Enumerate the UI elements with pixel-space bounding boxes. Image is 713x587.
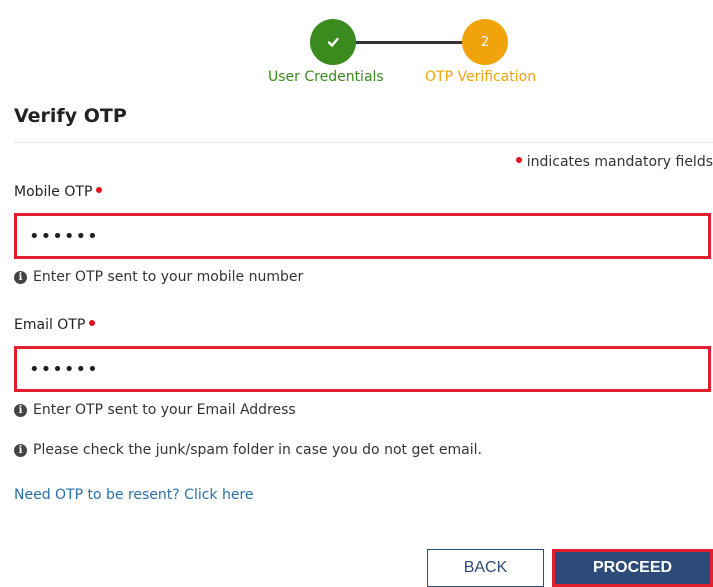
mobile-otp-label: Mobile OTP — [14, 184, 103, 200]
junk-folder-note: i Please check the junk/spam folder in ca… — [14, 442, 482, 458]
info-icon: i — [14, 403, 27, 417]
info-icon: i — [14, 270, 27, 284]
required-dot-icon — [96, 187, 103, 193]
mobile-otp-help: i Enter OTP sent to your mobile number — [14, 269, 303, 285]
email-otp-label: Email OTP — [14, 317, 96, 333]
back-button[interactable]: BACK — [427, 549, 544, 587]
mobile-otp-label-text: Mobile OTP — [14, 184, 93, 200]
stepper-connector — [346, 41, 466, 44]
step-label: User Credentials — [268, 69, 384, 85]
step-label: OTP Verification — [425, 69, 537, 85]
step-current-circle: 2 — [462, 19, 508, 65]
junk-folder-note-text: Please check the junk/spam folder in cas… — [33, 442, 482, 458]
email-otp-help-text: Enter OTP sent to your Email Address — [33, 402, 296, 418]
progress-stepper: User Credentials 2 OTP Verification — [0, 0, 713, 95]
mandatory-note-text: indicates mandatory fields — [526, 154, 713, 170]
email-otp-label-text: Email OTP — [14, 317, 86, 333]
email-otp-help: i Enter OTP sent to your Email Address — [14, 402, 296, 418]
email-otp-input[interactable] — [14, 346, 711, 392]
required-dot-icon — [515, 157, 522, 163]
title-divider — [14, 142, 713, 143]
page-title: Verify OTP — [14, 105, 127, 127]
mandatory-fields-note: indicates mandatory fields — [515, 154, 713, 170]
step-completed-circle — [310, 19, 356, 65]
proceed-button[interactable]: PROCEED — [552, 549, 713, 587]
mobile-otp-input[interactable] — [14, 213, 711, 259]
required-dot-icon — [89, 320, 96, 326]
info-icon: i — [14, 443, 27, 457]
mobile-otp-help-text: Enter OTP sent to your mobile number — [33, 269, 304, 285]
check-icon — [327, 37, 339, 47]
resend-otp-link[interactable]: Need OTP to be resent? Click here — [14, 487, 254, 503]
